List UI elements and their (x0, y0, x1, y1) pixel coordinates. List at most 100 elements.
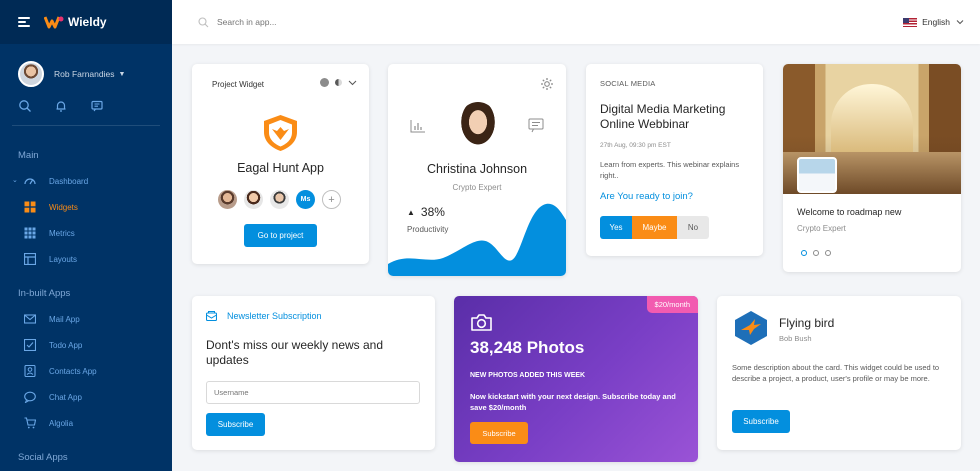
person-role: Crypto Expert (452, 183, 502, 192)
carousel-dots (801, 250, 831, 256)
settings-gear-icon[interactable] (540, 77, 554, 91)
contacts-icon (24, 365, 36, 377)
username-input[interactable] (206, 381, 420, 404)
team-avatars: Ms + (218, 190, 341, 209)
avatar[interactable] (270, 190, 289, 209)
avatar[interactable] (18, 61, 44, 87)
profile-photo (457, 102, 499, 150)
section-title-social-apps: Social Apps (18, 452, 68, 463)
us-flag-icon (903, 17, 918, 27)
search-bar[interactable] (198, 16, 417, 28)
photos-count: 38,248 Photos (470, 338, 585, 357)
chevron-down-icon (956, 20, 964, 25)
sidebar: Wieldy Rob Farnandies ▼ Main ⌄ Dashboard… (0, 0, 172, 471)
card-author: Bob Bush (779, 334, 812, 343)
notification-bell-icon[interactable] (54, 99, 68, 113)
avatar[interactable] (218, 190, 237, 209)
dashboard-icon (24, 178, 36, 185)
project-name: Eagal Hunt App (237, 161, 324, 175)
avatar[interactable] (244, 190, 263, 209)
card-title: Flying bird (779, 316, 835, 330)
person-name: Christina Johnson (426, 162, 528, 176)
photos-promo-card: $20/month 38,248 Photos NEW PHOTOS ADDED… (454, 296, 698, 462)
sidebar-item-dashboard[interactable]: Dashboard (0, 168, 172, 194)
sidebar-item-label: Metrics (49, 228, 75, 238)
language-selector[interactable]: English (903, 17, 964, 27)
bird-logo-icon (735, 311, 767, 345)
divider (12, 125, 160, 126)
photos-subtitle: NEW PHOTOS ADDED THIS WEEK (470, 372, 586, 379)
roadmap-card: Welcome to roadmap new Crypto Expert (783, 64, 961, 272)
add-member-button[interactable]: + (322, 190, 341, 209)
sidebar-item-todo[interactable]: Todo App (0, 332, 172, 358)
message-icon[interactable] (528, 118, 544, 133)
search-icon (198, 16, 209, 27)
no-button[interactable]: No (677, 216, 709, 239)
carousel-dot[interactable] (801, 250, 807, 256)
yes-button[interactable]: Yes (600, 216, 632, 239)
card-description: Some description about the card. This wi… (732, 363, 940, 383)
search-icon[interactable] (18, 99, 32, 113)
sidebar-header: Wieldy (0, 0, 172, 44)
sidebar-item-chat[interactable]: Chat App (0, 384, 172, 410)
todo-icon (24, 339, 36, 351)
chevron-down-icon[interactable] (348, 80, 357, 86)
sidebar-item-label: Layouts (49, 254, 78, 264)
sidebar-item-label: Dashboard (49, 176, 89, 186)
language-label: English (922, 17, 950, 27)
section-title-main: Main (18, 150, 39, 161)
sidebar-item-label: Mail App (49, 314, 80, 324)
subscribe-button[interactable]: Subscribe (470, 422, 528, 444)
maybe-button[interactable]: Maybe (632, 216, 677, 239)
newsletter-card: Newsletter Subscription Dont's miss our … (192, 296, 435, 450)
sidebar-item-layouts[interactable]: Layouts (0, 246, 172, 272)
price-badge: $20/month (646, 296, 698, 313)
messages-icon[interactable] (90, 99, 104, 113)
sidebar-item-widgets[interactable]: Widgets (0, 194, 172, 220)
color-dot-icon[interactable] (320, 78, 329, 87)
camera-icon (471, 314, 492, 331)
project-widget-card: Project Widget Eagal Hunt App Ms + Go to… (192, 64, 369, 264)
productivity-area-chart (388, 203, 566, 276)
widgets-icon (24, 201, 36, 213)
sidebar-item-contacts[interactable]: Contacts App (0, 358, 172, 384)
webinar-date: 27th Aug, 09:30 pm EST (600, 142, 671, 149)
go-to-project-button[interactable]: Go to project (244, 224, 317, 247)
sidebar-item-algolia[interactable]: Algolia (0, 410, 172, 436)
newsletter-header-label: Newsletter Subscription (227, 311, 322, 321)
chevron-down-icon[interactable]: ▼ (118, 71, 125, 78)
menu-toggle-icon[interactable] (18, 17, 30, 27)
topbar: English (172, 0, 980, 44)
carousel-dot[interactable] (813, 250, 819, 256)
flying-bird-card: Flying bird Bob Bush Some description ab… (717, 296, 961, 450)
user-profile[interactable]: Rob Farnandies ▼ (0, 44, 172, 87)
sidebar-item-label: Todo App (49, 340, 83, 350)
subscribe-button[interactable]: Subscribe (206, 413, 265, 436)
archway-shape (831, 84, 913, 154)
newsletter-title: Dont's miss our weekly news and updates (206, 338, 384, 367)
shield-logo-icon (264, 115, 297, 151)
webinar-title: Digital Media Marketing Online Webbinar (600, 102, 726, 131)
user-name[interactable]: Rob Farnandies (54, 69, 114, 79)
chevron-down-icon[interactable]: ⌄ (12, 176, 18, 184)
theme-toggle-icon[interactable] (335, 79, 342, 86)
social-media-card: SOCIAL MEDIA Digital Media Marketing Onl… (586, 64, 763, 256)
subscribe-button[interactable]: Subscribe (732, 410, 790, 433)
search-input[interactable] (217, 17, 417, 27)
sidebar-item-metrics[interactable]: Metrics (0, 220, 172, 246)
sidebar-item-label: Algolia (49, 418, 74, 428)
sidebar-item-mail[interactable]: Mail App (0, 306, 172, 332)
brand-name: Wieldy (68, 15, 107, 29)
bar-chart-icon[interactable] (410, 119, 426, 133)
metrics-icon (24, 227, 36, 239)
join-question: Are You ready to join? (600, 191, 693, 202)
mail-icon (24, 314, 36, 324)
wieldy-logo-icon (44, 16, 64, 29)
sidebar-quick-icons (0, 87, 172, 113)
card-title: Project Widget (212, 80, 265, 89)
webinar-description: Learn from experts. This webinar explain… (600, 160, 740, 180)
carousel-dot[interactable] (825, 250, 831, 256)
section-title-inbuilt-apps: In-built Apps (18, 288, 71, 299)
avatar-initials[interactable]: Ms (296, 190, 315, 209)
layouts-icon (24, 253, 36, 265)
